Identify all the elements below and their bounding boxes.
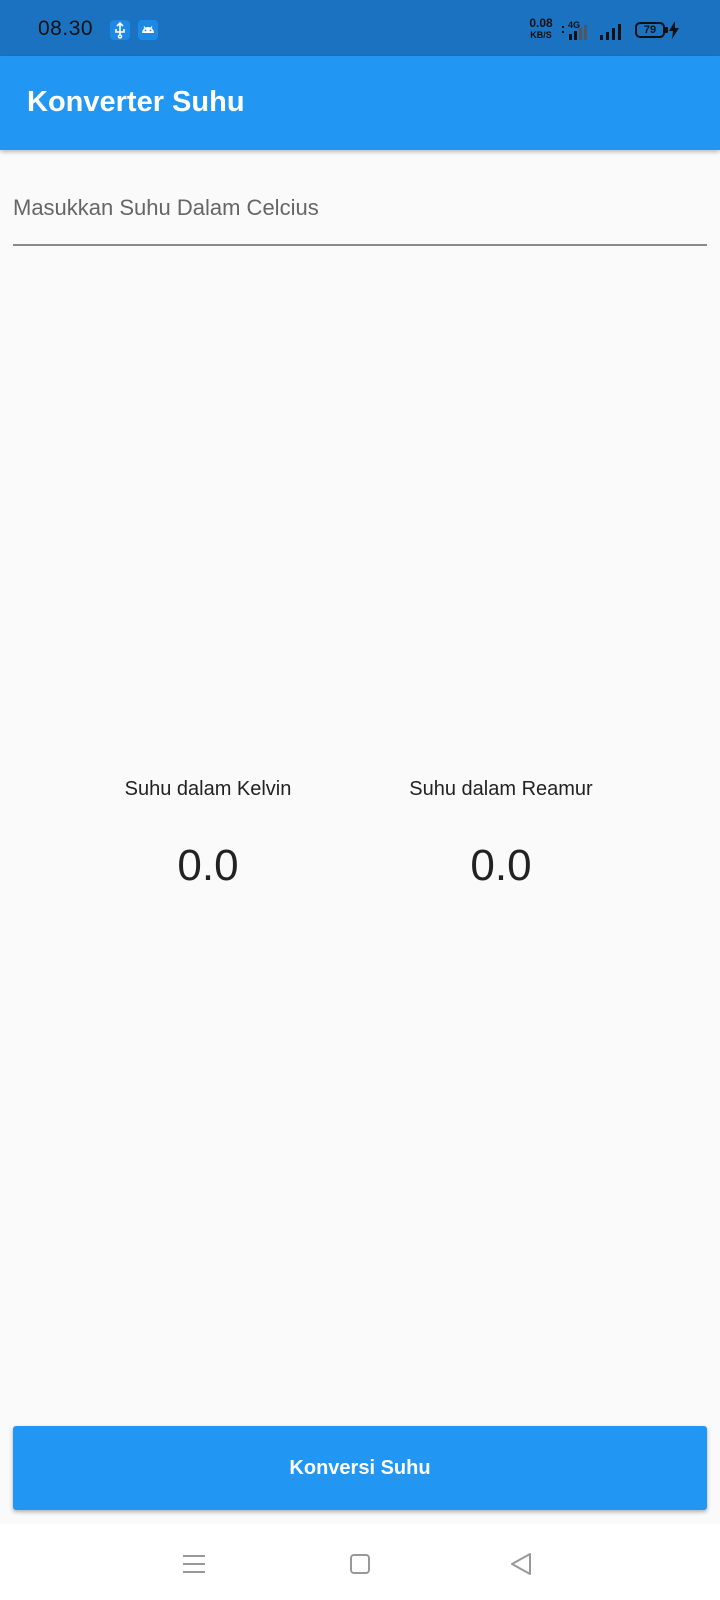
reamur-label: Suhu dalam Reamur [409,778,593,800]
page-title: Konverter Suhu [27,86,245,118]
network-type: 4G [568,20,581,30]
status-time: 08.30 [38,17,94,40]
celsius-input-container [13,176,707,246]
network-speed: 0.08 KB/S [524,16,558,40]
status-bar: 08.30 0.08 KB/S 4G 79 [0,0,720,56]
kelvin-label: Suhu dalam Kelvin [124,778,292,800]
network-speed-value: 0.08 [529,16,553,30]
reamur-result: Suhu dalam Reamur 0.0 [371,775,631,891]
charging-icon [668,21,680,44]
battery-icon: 79 [635,22,668,38]
reamur-value: 0.0 [470,841,532,890]
android-icon [138,20,158,40]
network-speed-unit: KB/S [530,30,552,40]
sim1-signal-icon: 4G [562,20,592,45]
kelvin-value: 0.0 [177,841,239,890]
usb-icon [110,20,130,40]
back-triangle-icon[interactable] [502,1544,542,1584]
navigation-bar [0,1524,720,1600]
menu-icon[interactable] [174,1544,214,1584]
kelvin-result: Suhu dalam Kelvin 0.0 [78,775,338,891]
home-square-icon[interactable] [340,1544,380,1584]
sim2-signal-icon [598,22,624,45]
convert-button[interactable]: Konversi Suhu [13,1426,707,1510]
celsius-input[interactable] [13,176,707,236]
app-bar: Konverter Suhu [0,56,720,150]
